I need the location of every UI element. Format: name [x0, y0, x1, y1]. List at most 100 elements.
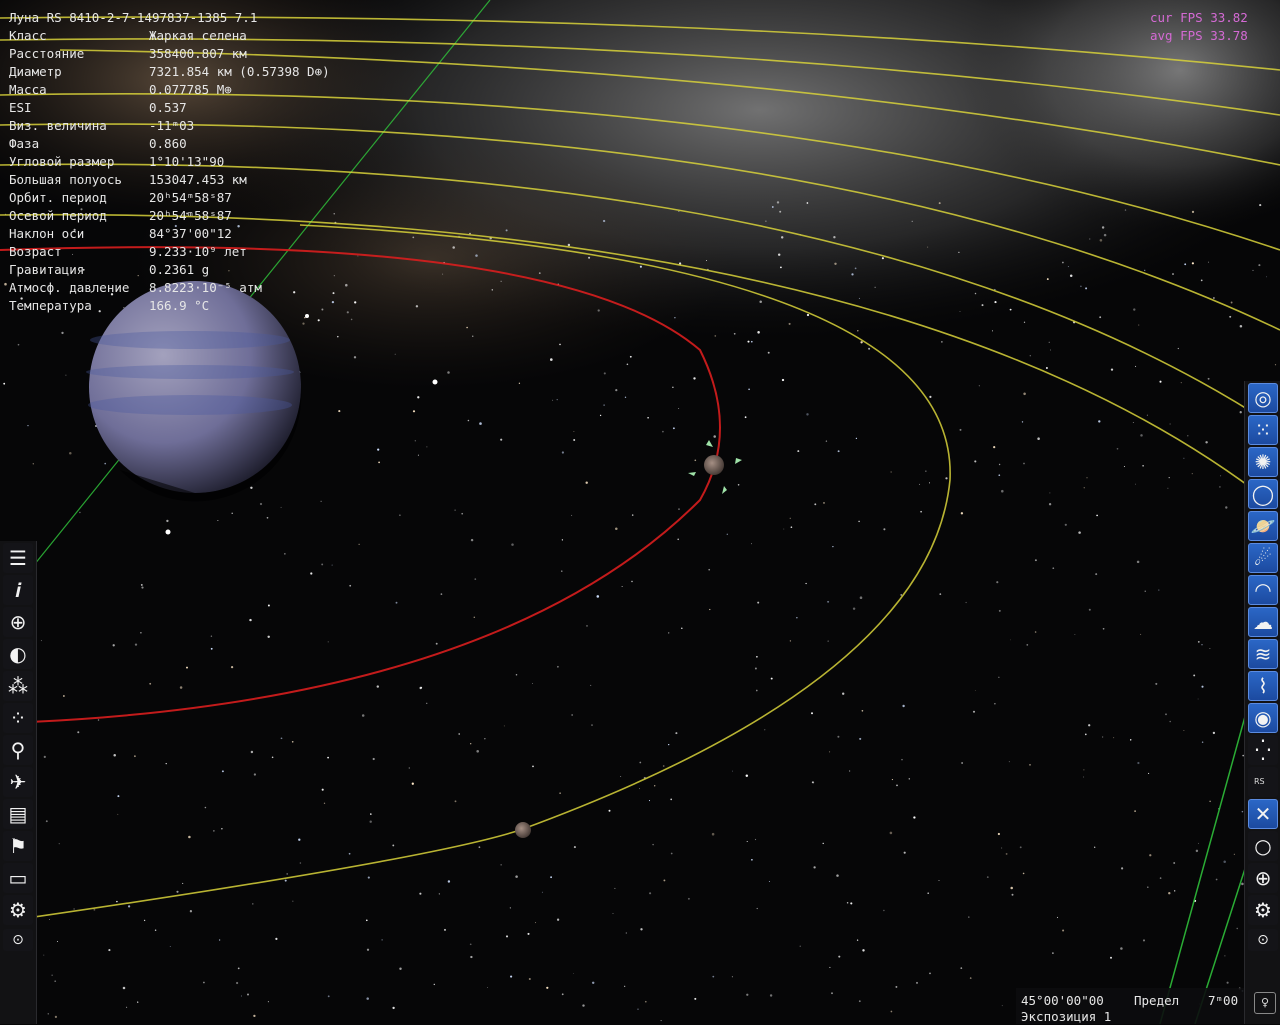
star — [1067, 266, 1069, 268]
star — [1197, 842, 1199, 844]
star — [960, 967, 963, 969]
selected-moon[interactable] — [704, 455, 724, 475]
star — [203, 981, 205, 984]
outer-moon[interactable] — [515, 822, 531, 838]
star — [337, 335, 339, 338]
star — [615, 389, 618, 392]
nebula-ring-icon[interactable]: ◯ — [1248, 479, 1278, 509]
star — [678, 211, 680, 212]
star — [189, 910, 193, 913]
info-icon[interactable]: 𝒊 — [3, 575, 33, 605]
star — [1183, 730, 1185, 731]
right-settings-gear-icon[interactable]: ⚙ — [1248, 895, 1278, 925]
star — [597, 309, 600, 312]
star — [1074, 634, 1076, 635]
star — [370, 813, 372, 815]
star — [280, 737, 283, 740]
star — [1096, 514, 1098, 517]
star — [1207, 377, 1210, 380]
field-of-view[interactable]: 45°00'00"00 — [1021, 992, 1104, 1009]
comet-icon[interactable]: ☄ — [1248, 543, 1278, 573]
planet-rings-icon[interactable]: 🪐 — [1248, 511, 1278, 541]
star — [1048, 503, 1052, 506]
star — [814, 503, 817, 506]
calendar-icon[interactable]: ▤ — [3, 799, 33, 829]
magnitude-limit-value[interactable]: 7ᵐ00 — [1208, 992, 1238, 1009]
star — [395, 601, 398, 604]
clouds-icon[interactable]: ☁ — [1248, 607, 1278, 637]
star — [1167, 487, 1169, 489]
aurora-icon[interactable]: ⌇ — [1248, 671, 1278, 701]
star — [470, 538, 474, 542]
globular-cluster-icon[interactable]: ✺ — [1248, 447, 1278, 477]
star-field-icon[interactable]: ⁘ — [3, 703, 33, 733]
water-waves-icon[interactable]: ≋ — [1248, 639, 1278, 669]
globe-grid-icon[interactable]: ⊕ — [1248, 863, 1278, 893]
search-icon[interactable]: ⚲ — [3, 735, 33, 765]
star — [996, 581, 999, 584]
star-cluster-icon[interactable]: ⁙ — [1248, 415, 1278, 445]
settings-gear-icon[interactable]: ⚙ — [3, 895, 33, 925]
star — [237, 967, 240, 970]
star — [850, 902, 853, 905]
star — [532, 683, 533, 684]
star — [43, 954, 45, 956]
star — [677, 538, 679, 541]
star — [317, 319, 320, 322]
star — [1083, 769, 1085, 771]
flag-icon[interactable]: ⚑ — [3, 831, 33, 861]
star — [366, 997, 369, 1000]
star — [354, 301, 357, 304]
info-value: 8.8223·10⁻⁵ атм — [149, 280, 262, 295]
asteroid-belt-icon[interactable]: ◠ — [1248, 575, 1278, 605]
small-options-icon[interactable]: ⊙ — [3, 929, 33, 951]
corner-toggle-icon[interactable]: ♀ — [1254, 992, 1276, 1014]
planet-bands — [86, 331, 294, 415]
star — [345, 283, 348, 287]
monitor-icon[interactable]: ▭ — [3, 863, 33, 893]
star — [1226, 981, 1229, 984]
star — [855, 437, 858, 440]
star — [639, 761, 642, 764]
right-small-options-icon[interactable]: ⊙ — [1248, 929, 1278, 951]
star — [134, 643, 138, 646]
galaxy-icon[interactable]: ◎ — [1248, 383, 1278, 413]
info-label: Угловой размер — [9, 154, 115, 169]
star — [77, 731, 80, 734]
accretion-disk-icon[interactable]: ◉ — [1248, 703, 1278, 733]
star — [805, 582, 807, 585]
star — [412, 236, 415, 239]
star — [694, 997, 697, 1000]
planet-system-icon[interactable]: ◐ — [3, 639, 33, 669]
star — [108, 949, 111, 952]
star — [1183, 457, 1185, 459]
circle-marker-icon[interactable]: ○ — [1248, 831, 1278, 861]
star — [1001, 1005, 1003, 1007]
directions-icon[interactable]: ✕ — [1248, 799, 1278, 829]
rs-labels-icon[interactable]: RS — [1248, 767, 1278, 797]
star — [253, 773, 257, 776]
object-title: Луна RS 8410-2-7-1497837-1385 7.1 — [9, 10, 258, 25]
star — [454, 509, 456, 511]
exposure[interactable]: Экспозиция 1 — [1021, 1008, 1111, 1025]
stars-toggle-icon[interactable]: ⁛ — [1248, 735, 1278, 765]
info-row: Угловой размер 1°10'13"90 — [9, 153, 257, 171]
star — [366, 919, 368, 922]
star — [3, 382, 6, 385]
star — [1021, 421, 1024, 423]
star — [505, 229, 508, 232]
star — [960, 512, 964, 515]
star — [1089, 238, 1091, 240]
star — [473, 616, 476, 619]
orbit-grid-icon[interactable]: ⊕ — [3, 607, 33, 637]
star — [624, 985, 626, 987]
menu-icon[interactable]: ☰ — [3, 543, 33, 573]
star — [392, 1006, 395, 1010]
info-value: 0.077785 M⊕ — [149, 82, 232, 97]
star-browser-icon[interactable]: ⁂ — [3, 671, 33, 701]
star — [458, 733, 461, 735]
star — [470, 743, 472, 745]
info-row: Температура 166.9 °C — [9, 297, 257, 315]
star — [1149, 854, 1152, 857]
spaceship-icon[interactable]: ✈ — [3, 767, 33, 797]
